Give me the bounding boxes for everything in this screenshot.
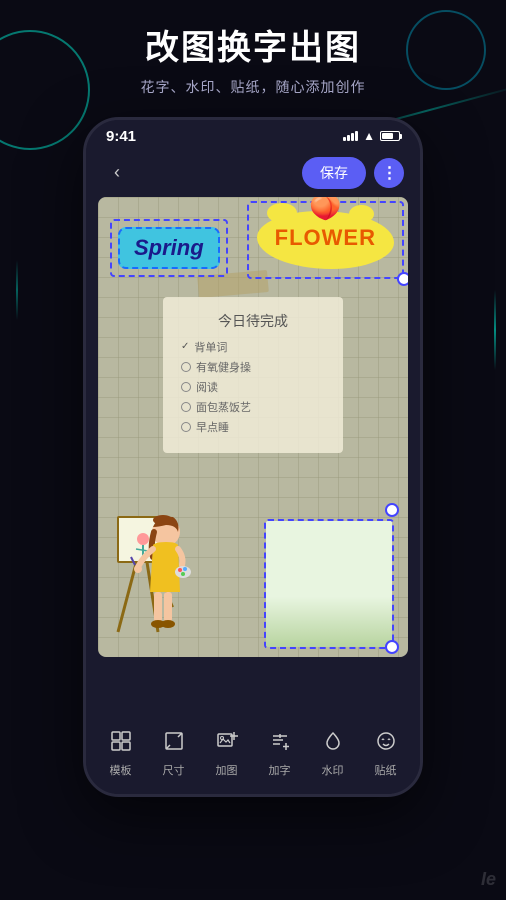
ic-text: Ie <box>481 869 496 890</box>
more-button[interactable]: ⋮ <box>374 158 404 188</box>
back-arrow-icon: ‹ <box>114 162 120 183</box>
bunny-background <box>266 521 392 647</box>
canvas-area[interactable]: Spring 🍑 FLOWER 今日待完成 ✓ 背单词 <box>98 197 408 657</box>
spring-sticker[interactable]: Spring <box>118 227 220 269</box>
flower-text: FLOWER <box>275 225 376 250</box>
hero-title: 改图换字出图 <box>20 28 486 69</box>
todo-item-5: 早点睡 <box>181 419 325 435</box>
todo-item-4: 面包蒸饭艺 <box>181 399 325 415</box>
bunny-resize-handle[interactable] <box>385 640 399 654</box>
bunny-sticker[interactable] <box>264 519 394 649</box>
back-button[interactable]: ‹ <box>102 158 132 188</box>
add-image-icon <box>216 730 238 758</box>
todo-item-1: ✓ 背单词 <box>181 339 325 355</box>
tool-watermark[interactable]: 水印 <box>322 730 344 778</box>
todo-item-3: 阅读 <box>181 379 325 395</box>
phone-body: 9:41 ▲ ‹ 保存 ⋮ <box>83 117 423 797</box>
bottom-toolbar: 模板 尺寸 <box>86 720 420 794</box>
add-image-label: 加图 <box>216 762 238 778</box>
size-icon <box>163 730 185 758</box>
tool-template[interactable]: 模板 <box>110 730 132 778</box>
battery-icon <box>380 131 400 141</box>
signal-icon <box>343 131 358 141</box>
status-bar: 9:41 ▲ <box>86 120 420 149</box>
spring-text: Spring <box>134 235 204 260</box>
todo-note: 今日待完成 ✓ 背单词 有氧健身操 阅读 面包蒸饭艺 <box>163 297 343 453</box>
tape-decoration <box>197 270 269 298</box>
save-button[interactable]: 保存 <box>302 157 366 189</box>
girl-illustration <box>98 477 208 657</box>
todo-item-2: 有氧健身操 <box>181 359 325 375</box>
watermark-icon <box>322 730 344 758</box>
wifi-icon: ▲ <box>363 129 375 143</box>
watermark-label: 水印 <box>322 762 344 778</box>
tool-sticker[interactable]: 贴纸 <box>375 730 397 778</box>
add-text-icon <box>269 730 291 758</box>
add-text-label: 加字 <box>269 762 291 778</box>
size-label: 尺寸 <box>163 762 185 778</box>
resize-handle-br[interactable] <box>397 272 408 286</box>
hero-subtitle: 花字、水印、贴纸，随心添加创作 <box>20 77 486 97</box>
peach-emoji: 🍑 <box>309 197 341 222</box>
hero-header: 改图换字出图 花字、水印、贴纸，随心添加创作 <box>0 0 506 113</box>
flower-sticker[interactable]: 🍑 FLOWER <box>257 211 394 269</box>
todo-title: 今日待完成 <box>181 311 325 331</box>
sticker-label: 贴纸 <box>375 762 397 778</box>
phone-mockup: 9:41 ▲ ‹ 保存 ⋮ <box>0 117 506 797</box>
template-label: 模板 <box>110 762 132 778</box>
spring-box: Spring <box>118 227 220 269</box>
toolbar-right: 保存 ⋮ <box>302 157 404 189</box>
tool-size[interactable]: 尺寸 <box>163 730 185 778</box>
sticker-icon <box>375 730 397 758</box>
status-time: 9:41 <box>106 128 136 145</box>
app-toolbar: ‹ 保存 ⋮ <box>86 149 420 197</box>
status-icons: ▲ <box>343 129 400 143</box>
flower-cloud: 🍑 FLOWER <box>257 211 394 269</box>
tool-add-image[interactable]: 加图 <box>216 730 238 778</box>
template-icon <box>110 730 132 758</box>
bunny-rotate-handle[interactable] <box>385 503 399 517</box>
tool-add-text[interactable]: 加字 <box>269 730 291 778</box>
